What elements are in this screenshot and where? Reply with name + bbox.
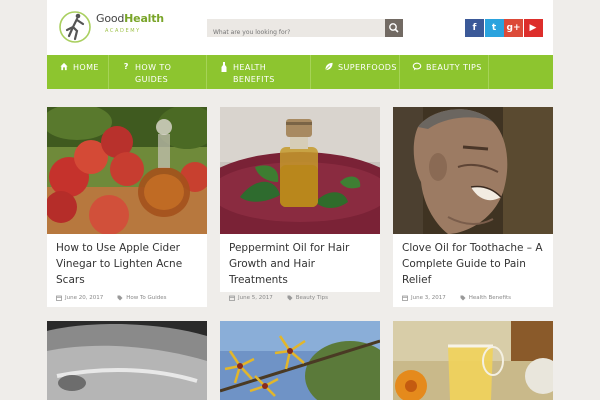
nav-label: BEAUTY TIPS <box>426 63 482 72</box>
nav-item-superfoods[interactable]: SUPERFOODS <box>311 55 400 89</box>
apples-vinegar-photo <box>47 107 207 234</box>
calendula-oil-photo <box>393 321 553 400</box>
post-card[interactable]: How to Use Apple Cider Vinegar to Lighte… <box>47 107 207 307</box>
search-box <box>207 19 403 42</box>
bottle-icon <box>221 62 227 72</box>
search-icon <box>389 23 399 33</box>
post-card[interactable]: Clove Oil for Toothache – A Complete Gui… <box>393 107 553 307</box>
site-header: GoodHealth ACADEMY f t g+ ▶ <box>47 0 553 55</box>
post-date: June 3, 2017 <box>411 295 446 301</box>
tag-icon <box>117 295 123 301</box>
page-wrapper: GoodHealth ACADEMY f t g+ ▶ HOME ? <box>47 0 553 400</box>
post-image-calendula-oil[interactable] <box>393 321 553 400</box>
nav-item-health-benefits[interactable]: HEALTH BENEFITS <box>207 55 311 89</box>
calendar-icon <box>402 295 408 301</box>
post-date: June 20, 2017 <box>65 295 104 301</box>
post-meta: June 3, 2017 Health Benefits <box>393 288 553 301</box>
tag-icon <box>460 295 466 301</box>
site-logo[interactable]: GoodHealth ACADEMY <box>58 10 164 44</box>
calendar-icon <box>229 295 235 301</box>
post-title[interactable]: Peppermint Oil for Hair Growth and Hair … <box>220 234 380 288</box>
post-card[interactable] <box>393 321 553 400</box>
post-image-witch-hazel[interactable] <box>220 321 380 400</box>
chat-icon <box>412 62 422 71</box>
google-plus-icon[interactable]: g+ <box>504 19 523 37</box>
facebook-icon[interactable]: f <box>465 19 484 37</box>
logo-subtitle: ACADEMY <box>105 28 141 34</box>
post-category[interactable]: How To Guides <box>126 295 166 301</box>
runner-logo-icon <box>59 11 91 43</box>
post-title[interactable]: How to Use Apple Cider Vinegar to Lighte… <box>47 234 207 288</box>
peppermint-oil-photo <box>220 107 380 234</box>
post-meta: June 20, 2017 How To Guides <box>47 288 207 301</box>
search-button[interactable] <box>385 19 403 37</box>
question-icon: ? <box>124 62 129 71</box>
social-links: f t g+ ▶ <box>465 19 543 37</box>
skin-bw-photo <box>47 321 207 400</box>
twitter-icon[interactable]: t <box>484 19 504 37</box>
post-card[interactable] <box>47 321 207 400</box>
post-image-skin[interactable] <box>47 321 207 400</box>
post-card[interactable]: Peppermint Oil for Hair Growth and Hair … <box>220 107 380 301</box>
post-image-clove-oil[interactable] <box>393 107 553 234</box>
post-category[interactable]: Health Benefits <box>469 295 511 301</box>
leaf-icon <box>325 62 333 71</box>
post-title[interactable]: Clove Oil for Toothache – A Complete Gui… <box>393 234 553 288</box>
post-card[interactable] <box>220 321 380 400</box>
witch-hazel-photo <box>220 321 380 400</box>
nav-item-how-to-guides[interactable]: ? HOW TO GUIDES <box>109 55 207 89</box>
toothache-man-photo <box>393 107 553 234</box>
nav-label: HOME <box>73 63 99 72</box>
calendar-icon <box>56 295 62 301</box>
post-image-peppermint-oil[interactable] <box>220 107 380 234</box>
post-image-apple-cider-vinegar[interactable] <box>47 107 207 234</box>
search-input[interactable] <box>207 23 383 42</box>
youtube-icon[interactable]: ▶ <box>523 19 543 37</box>
svg-text:?: ? <box>124 62 129 71</box>
post-category[interactable]: Beauty Tips <box>296 295 328 301</box>
logo-text: GoodHealth <box>96 12 164 25</box>
nav-label: HEALTH BENEFITS <box>233 63 275 84</box>
nav-item-home[interactable]: HOME <box>47 55 109 89</box>
nav-label: SUPERFOODS <box>338 63 397 72</box>
nav-label: HOW TO GUIDES <box>135 63 172 84</box>
home-icon <box>60 62 68 71</box>
tag-icon <box>287 295 293 301</box>
main-nav: HOME ? HOW TO GUIDES HEALTH BENEFITS SUP… <box>47 55 553 89</box>
nav-item-beauty-tips[interactable]: BEAUTY TIPS <box>400 55 489 89</box>
post-meta: June 5, 2017 Beauty Tips <box>220 288 380 301</box>
post-date: June 5, 2017 <box>238 295 273 301</box>
